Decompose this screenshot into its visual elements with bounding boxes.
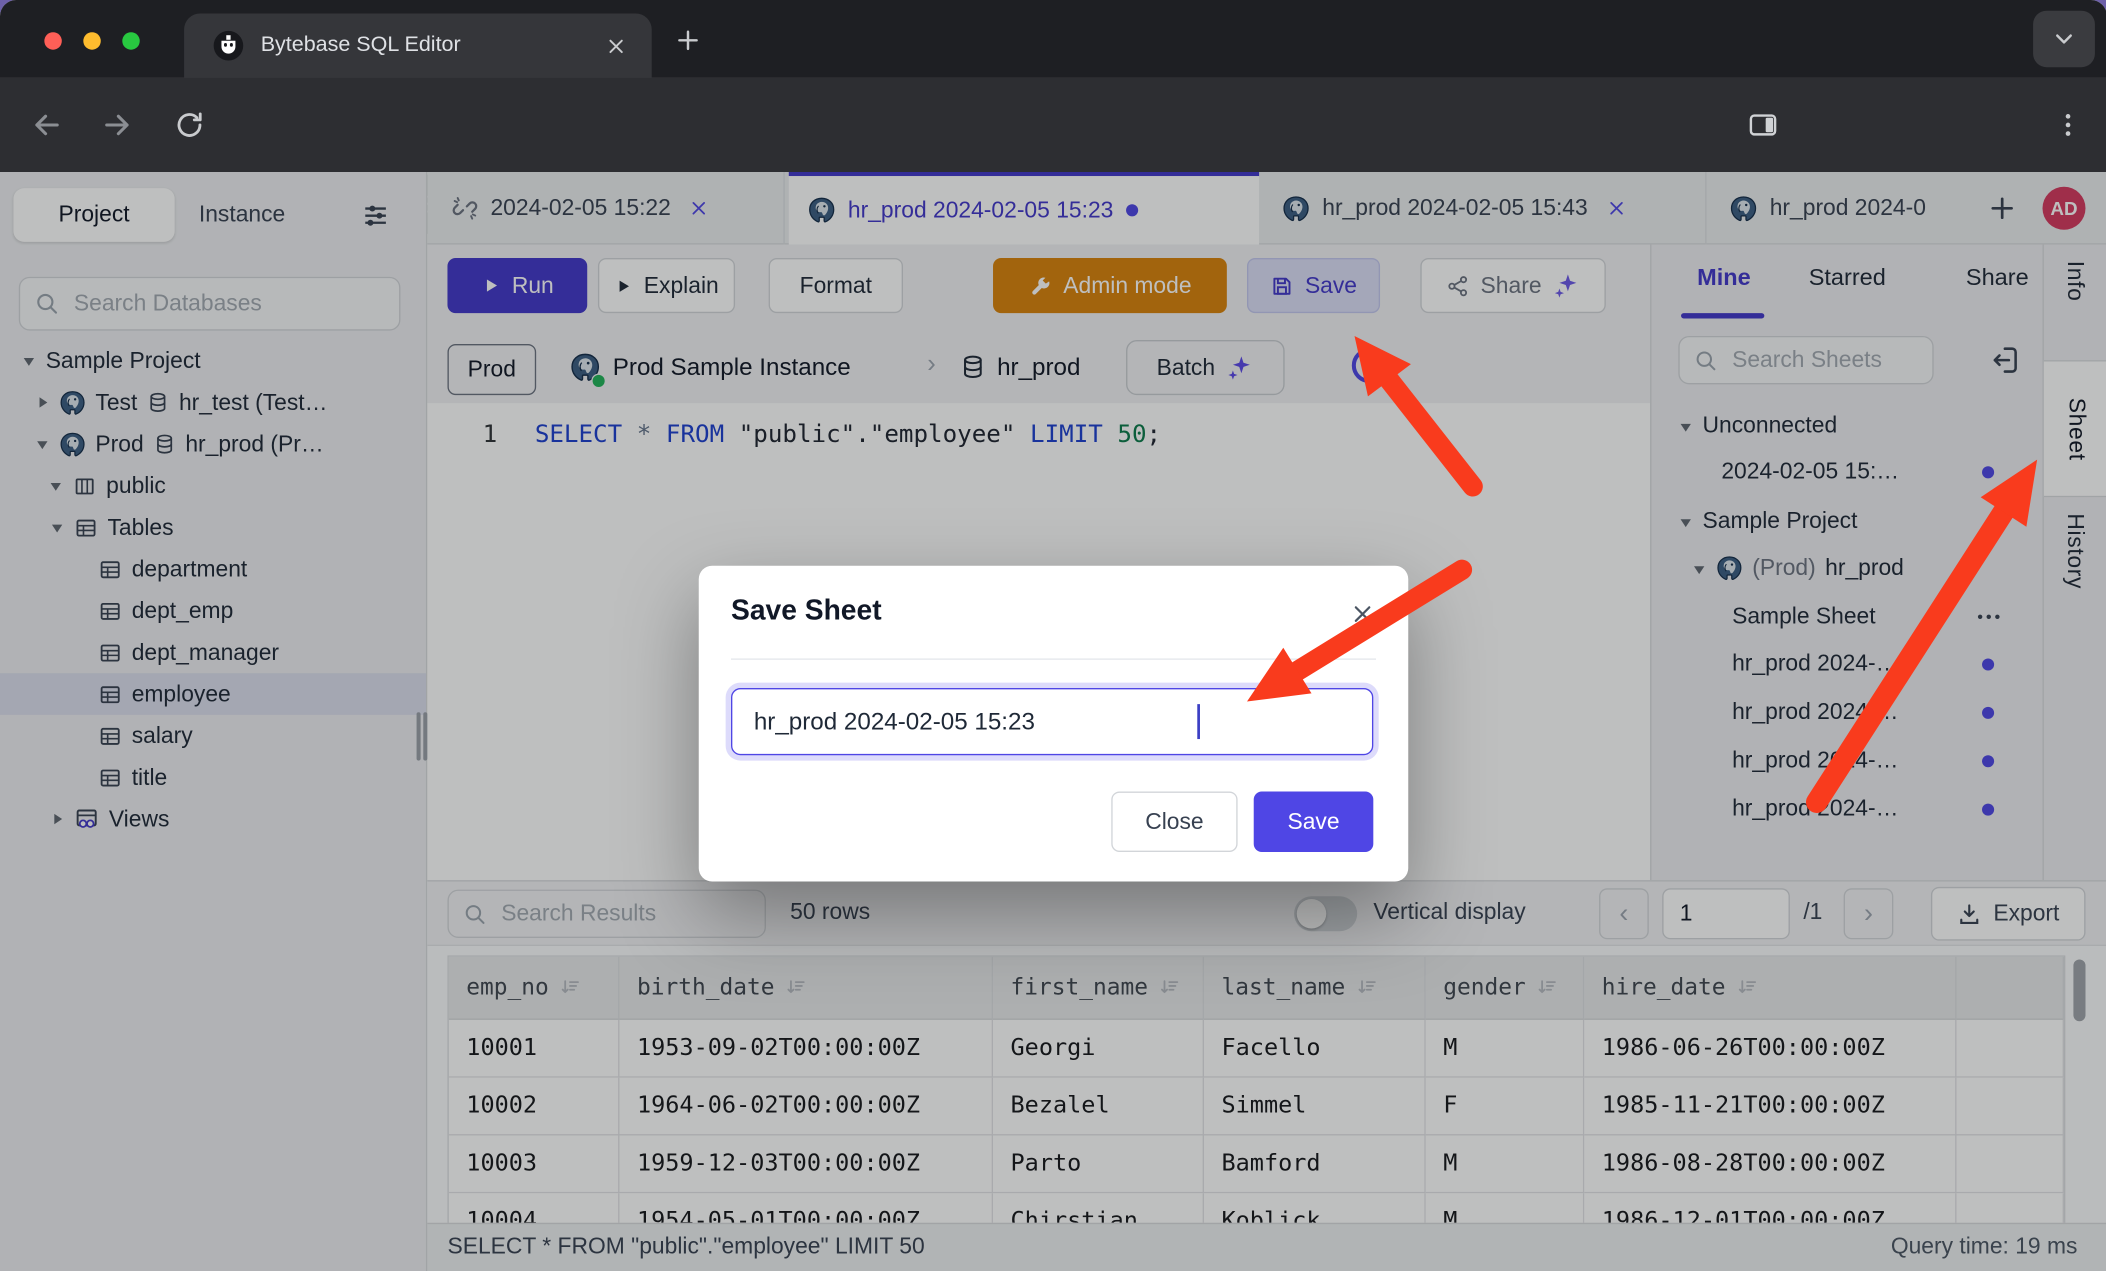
browser-tab[interactable]: Bytebase SQL Editor [184, 13, 652, 78]
sheet-name-input[interactable] [751, 706, 1321, 737]
forward-icon[interactable] [99, 108, 134, 143]
dialog-close-label: Close [1145, 808, 1203, 835]
save-sheet-dialog: Save Sheet Close Save [699, 566, 1409, 882]
tab-close-icon[interactable] [605, 34, 628, 57]
back-icon[interactable] [30, 108, 65, 143]
dialog-close-button[interactable]: Close [1111, 791, 1237, 851]
text-caret [1197, 704, 1200, 739]
sheet-name-field[interactable] [731, 688, 1373, 755]
dialog-divider [731, 658, 1376, 659]
traffic-light-minimize[interactable] [83, 32, 100, 49]
traffic-light-close[interactable] [44, 32, 61, 49]
browser-tab-title: Bytebase SQL Editor [261, 34, 605, 58]
dialog-title: Save Sheet [731, 595, 882, 627]
browser-menu-icon[interactable] [2053, 110, 2083, 140]
dialog-close-icon[interactable] [1349, 601, 1376, 628]
bytebase-favicon [212, 30, 244, 62]
chevron-down-icon [2051, 26, 2078, 53]
new-tab-icon[interactable] [673, 26, 703, 56]
browser-tab-strip: Bytebase SQL Editor [0, 0, 2106, 78]
reload-icon[interactable] [173, 109, 205, 141]
side-panel-icon[interactable] [1747, 109, 1779, 141]
browser-window: Bytebase SQL Editor localhost:8080/sql-e… [0, 0, 2106, 1271]
browser-toolbar: localhost:8080/sql-editor/prod-sample-in… [0, 78, 2106, 172]
dialog-save-button[interactable]: Save [1254, 791, 1374, 851]
traffic-light-zoom[interactable] [122, 32, 139, 49]
dialog-save-label: Save [1287, 808, 1339, 835]
screenshot-stage: Bytebase SQL Editor localhost:8080/sql-e… [0, 0, 2106, 1271]
tab-search-button[interactable] [2033, 11, 2095, 67]
